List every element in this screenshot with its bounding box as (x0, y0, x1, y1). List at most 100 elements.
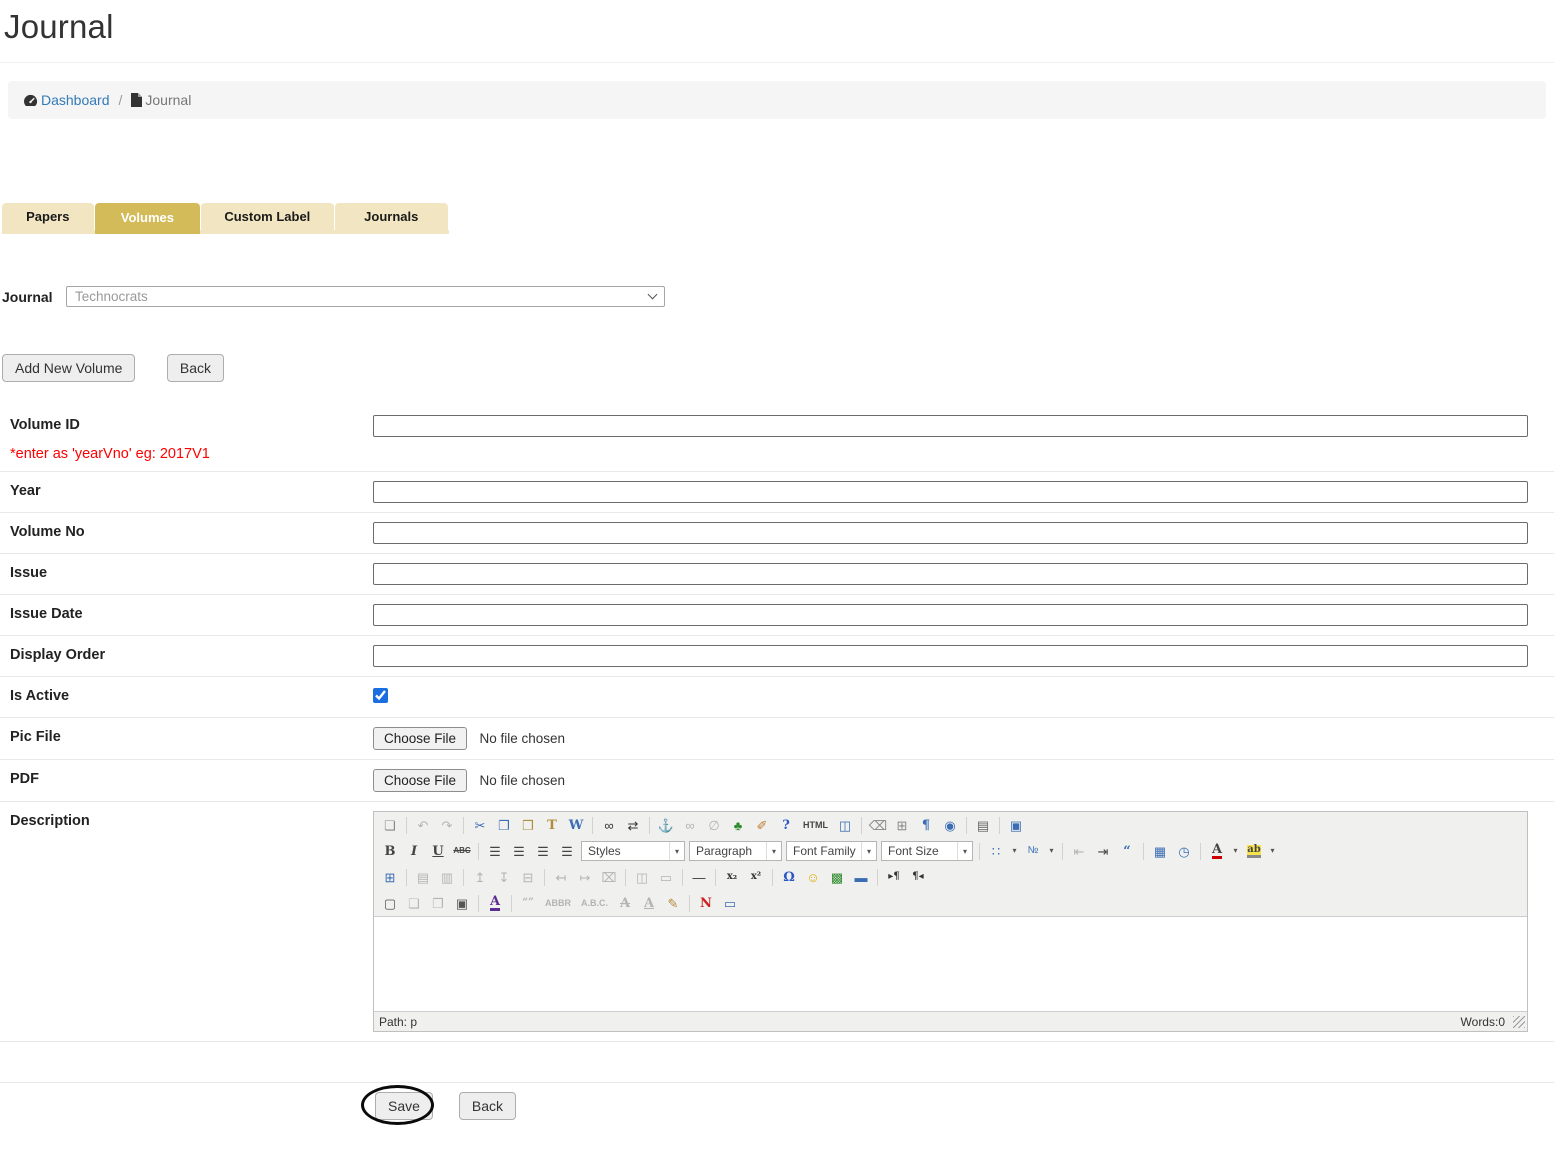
html-source-button[interactable]: HTML (799, 815, 832, 835)
bullet-list-menu-button[interactable]: ▾ (1009, 841, 1020, 861)
journal-select[interactable]: Technocrats (66, 286, 665, 307)
find-replace-button[interactable]: ⇄ (622, 815, 644, 835)
help-button[interactable]: ? (775, 815, 797, 835)
bold-button[interactable]: B (379, 841, 401, 861)
superscript-button[interactable]: x² (745, 867, 767, 887)
find-button[interactable]: ∞ (598, 815, 620, 835)
paste-from-word-icon: W (569, 819, 584, 832)
italic-button[interactable]: I (403, 841, 425, 861)
bullet-list-button[interactable]: ∷ (985, 841, 1007, 861)
rtl-direction-button[interactable]: ¶◂ (907, 867, 929, 887)
ltr-direction-button[interactable]: ▸¶ (883, 867, 905, 887)
visual-chars-button[interactable]: ¶ (915, 815, 937, 835)
highlight-color-button[interactable]: ab (1243, 841, 1265, 861)
text-color-menu-button[interactable]: ▾ (1230, 841, 1241, 861)
tab-volumes[interactable]: Volumes (95, 203, 201, 234)
subscript-button[interactable]: x₂ (721, 867, 743, 887)
align-right-button[interactable]: ☰ (532, 841, 554, 861)
toolbar-separator (979, 843, 980, 860)
pdf-choose-button[interactable]: Choose File (373, 769, 467, 792)
copy-button[interactable]: ❐ (493, 815, 515, 835)
indent-button[interactable]: ⇥ (1092, 841, 1114, 861)
move-forward-icon: ❏ (408, 897, 420, 910)
add-new-volume-button[interactable]: Add New Volume (2, 354, 135, 382)
fullscreen-button[interactable]: ▣ (1005, 815, 1027, 835)
text-color-icon: A (1212, 843, 1222, 859)
volume-id-input[interactable] (373, 415, 1528, 437)
page-break-button[interactable]: ▭ (719, 893, 741, 913)
blockquote-button[interactable]: “ (1116, 841, 1138, 861)
font-size-select-label: Font Size (888, 844, 939, 858)
pic-file-choose-button[interactable]: Choose File (373, 727, 467, 750)
special-character-button[interactable]: Ω (778, 867, 800, 887)
align-left-button[interactable]: ☰ (484, 841, 506, 861)
highlight-color-menu-button[interactable]: ▾ (1267, 841, 1278, 861)
paste-from-word-button[interactable]: W (565, 815, 587, 835)
rtl-direction-icon: ¶◂ (912, 872, 923, 882)
insert-layer-button[interactable]: ▢ (379, 893, 401, 913)
styles-select[interactable]: Styles▾ (581, 841, 685, 861)
cleanup-code-button[interactable]: ✐ (751, 815, 773, 835)
anchor-button[interactable]: ⚓ (655, 815, 677, 835)
align-justify-button[interactable]: ☰ (556, 841, 578, 861)
horizontal-line-button[interactable]: — (688, 867, 710, 887)
is-active-checkbox[interactable] (373, 688, 388, 703)
bottom-divider (0, 1082, 1554, 1083)
insert-column-after-icon: ↦ (580, 871, 591, 884)
tab-custom-label[interactable]: Custom Label (201, 203, 333, 230)
style-properties-button[interactable]: A (484, 893, 506, 913)
numbered-list-button[interactable]: № (1022, 841, 1044, 861)
paste-as-plain-text-button[interactable]: T (541, 815, 563, 835)
advanced-hr-button[interactable]: ▬ (850, 867, 872, 887)
insert-time-button[interactable]: ◷ (1173, 841, 1195, 861)
is-active-label: Is Active (0, 686, 373, 708)
insert-attributes-button[interactable]: ✎ (662, 893, 684, 913)
editor-content-area[interactable] (374, 916, 1527, 1011)
emoticons-button[interactable]: ☺ (802, 867, 824, 887)
preview-button[interactable]: ◉ (939, 815, 961, 835)
volume-no-input[interactable] (373, 522, 1528, 544)
fullpage-preview-button[interactable]: ◫ (834, 815, 856, 835)
insert-media-button[interactable]: ▩ (826, 867, 848, 887)
pdf-label: PDF (0, 769, 373, 792)
back-button-top[interactable]: Back (167, 354, 224, 382)
cleanup-code-icon: ✐ (757, 819, 768, 832)
format-select[interactable]: Paragraph▾ (689, 841, 782, 861)
text-color-button[interactable]: A (1206, 841, 1228, 861)
insert-image-button[interactable]: ♣ (727, 815, 749, 835)
align-center-button[interactable]: ☰ (508, 841, 530, 861)
resize-handle-icon[interactable] (1513, 1016, 1525, 1028)
issue-date-input[interactable] (373, 604, 1528, 626)
cut-button[interactable]: ✂ (469, 815, 491, 835)
remove-format-button[interactable]: ⌫ (867, 815, 889, 835)
visual-aid-button[interactable]: ⊞ (891, 815, 913, 835)
insert-table-button[interactable]: ⊞ (379, 867, 401, 887)
tab-papers[interactable]: Papers (2, 203, 94, 230)
underline-button[interactable]: U (427, 841, 449, 861)
font-family-select[interactable]: Font Family▾ (786, 841, 877, 861)
tab-journals[interactable]: Journals (335, 203, 448, 230)
paste-button[interactable]: ❒ (517, 815, 539, 835)
description-label: Description (0, 811, 373, 1032)
toolbar-separator (682, 869, 683, 886)
insert-date-button[interactable]: ▦ (1149, 841, 1171, 861)
insert-link-icon: ∞ (685, 819, 694, 832)
move-forward-button: ❏ (403, 893, 425, 913)
font-size-select[interactable]: Font Size▾ (881, 841, 973, 861)
absolute-position-button[interactable]: ▣ (451, 893, 473, 913)
insertion-button: A (638, 893, 660, 913)
back-button-bottom[interactable]: Back (459, 1092, 516, 1120)
save-button[interactable]: Save (375, 1092, 433, 1120)
new-document-button[interactable]: ❏ (379, 815, 401, 835)
numbered-list-menu-button[interactable]: ▾ (1046, 841, 1057, 861)
strikethrough-button[interactable]: ABC (451, 841, 473, 861)
display-order-input[interactable] (373, 645, 1528, 667)
nonbreaking-space-button[interactable]: N (695, 893, 717, 913)
year-input[interactable] (373, 481, 1528, 503)
undo-icon: ↶ (418, 819, 429, 832)
issue-input[interactable] (373, 563, 1528, 585)
breadcrumb-dashboard-link[interactable]: Dashboard (23, 92, 110, 108)
toolbar-separator (463, 869, 464, 886)
print-button[interactable]: ▤ (972, 815, 994, 835)
undo-button: ↶ (412, 815, 434, 835)
